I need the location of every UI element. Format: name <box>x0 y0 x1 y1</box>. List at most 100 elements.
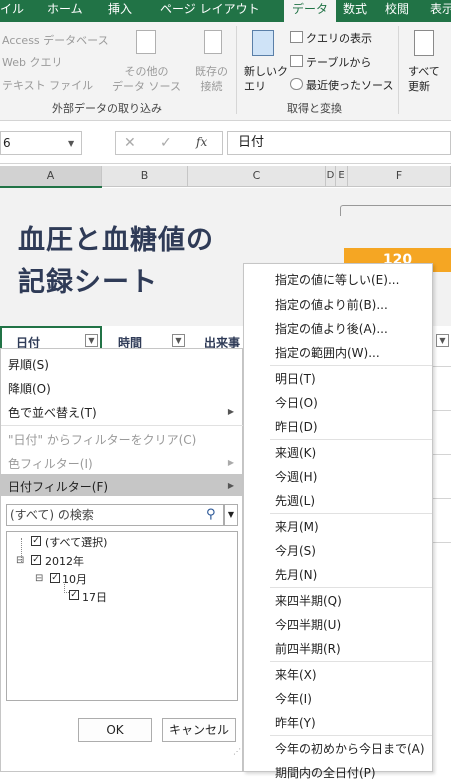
insert-function-icon[interactable]: fx <box>196 135 207 149</box>
yesterday-item[interactable]: 昨日(D) <box>275 418 318 435</box>
tab-formulas[interactable]: 数式 <box>343 0 367 22</box>
after-item[interactable]: 指定の値より後(A)... <box>275 320 388 337</box>
collapse-icon[interactable]: ⊟ <box>35 573 43 584</box>
sheet-title-line2: 記録シート <box>18 267 158 298</box>
new-query-icon <box>252 30 274 56</box>
name-box-dropdown-icon[interactable]: ▼ <box>68 139 74 148</box>
existing-connections-icon <box>204 30 222 54</box>
day-label: 17日 <box>82 591 107 604</box>
last-year-item[interactable]: 昨年(Y) <box>275 714 316 731</box>
year-to-date-item[interactable]: 今年の初めから今日まで(A) <box>275 740 425 757</box>
before-item[interactable]: 指定の値より前(B)... <box>275 296 388 313</box>
show-query-button[interactable]: クエリの表示 <box>306 30 372 46</box>
chart-frame <box>340 205 451 216</box>
filter-dropdown-icon[interactable]: ▼ <box>436 334 449 347</box>
tab-review[interactable]: 校閲 <box>385 0 409 22</box>
sort-ascending-item[interactable]: 昇順(S) <box>8 356 49 373</box>
ribbon-divider <box>398 26 399 114</box>
other-sources-button[interactable]: その他の データ ソース <box>112 64 181 94</box>
year-label: 2012年 <box>45 555 84 568</box>
tab-page-layout[interactable]: ページ レイアウト <box>160 0 260 22</box>
this-year-item[interactable]: 今年(I) <box>275 690 312 707</box>
menu-separator <box>270 735 432 736</box>
next-month-item[interactable]: 来月(M) <box>275 518 319 535</box>
ribbon-divider <box>236 26 237 114</box>
grid-line <box>433 454 451 455</box>
select-all-label: (すべて選択) <box>45 536 108 549</box>
grid-line <box>433 498 451 499</box>
menu-separator <box>270 513 432 514</box>
this-quarter-item[interactable]: 今四半期(U) <box>275 616 341 633</box>
column-header-d[interactable]: D <box>326 166 336 186</box>
column-headers: A B C D E F <box>0 166 451 187</box>
filter-search-input[interactable]: (すべて) の検索 <box>6 504 224 526</box>
date-filter-submenu: 指定の値に等しい(E)... 指定の値より前(B)... 指定の値より後(A).… <box>243 263 433 780</box>
tab-view[interactable]: 表示 <box>430 0 451 22</box>
ok-button[interactable]: OK <box>78 718 152 742</box>
search-icon: ⚲ <box>206 507 216 522</box>
from-table-button[interactable]: テーブルから <box>306 54 371 70</box>
sort-descending-item[interactable]: 降順(O) <box>8 380 51 397</box>
cancel-icon[interactable]: ✕ <box>124 135 136 151</box>
column-header-e[interactable]: E <box>336 166 348 186</box>
menu-separator <box>270 661 432 662</box>
last-quarter-item[interactable]: 前四半期(R) <box>275 640 341 657</box>
next-year-item[interactable]: 来年(X) <box>275 666 317 683</box>
column-header-f[interactable]: F <box>348 166 451 186</box>
select-all-checkbox[interactable]: ✓ <box>31 536 41 546</box>
date-filter-dropdown-icon[interactable]: ▼ <box>85 334 98 347</box>
formula-input[interactable]: 日付 <box>227 131 451 155</box>
cancel-button[interactable]: キャンセル <box>162 718 236 742</box>
get-transform-group-label: 取得と変換 <box>287 102 342 115</box>
ribbon-tab-bar: イル ホーム 挿入 ページ レイアウト データ 数式 校閲 表示 <box>0 0 451 22</box>
tomorrow-item[interactable]: 明日(T) <box>275 370 316 387</box>
recent-sources-button[interactable]: 最近使ったソース <box>306 77 393 93</box>
existing-connections-button[interactable]: 既存の 接続 <box>195 64 228 94</box>
this-week-item[interactable]: 今週(H) <box>275 468 317 485</box>
day-checkbox[interactable]: ✓ <box>69 590 79 600</box>
color-filter-item: 色フィルター(I) <box>8 457 93 471</box>
autofilter-menu: 昇順(S) 降順(O) 色で並べ替え(T) ▶ "日付" からフィルターをクリア… <box>0 348 244 772</box>
this-month-item[interactable]: 今月(S) <box>275 542 316 559</box>
formula-bar: 6 ▼ ✕ ✓ fx 日付 <box>0 125 451 164</box>
equals-item[interactable]: 指定の値に等しい(E)... <box>275 271 399 288</box>
menu-separator <box>270 439 432 440</box>
text-file-button[interactable]: テキスト ファイル <box>2 77 93 93</box>
new-query-button[interactable]: 新しいク エリ <box>244 64 288 94</box>
column-header-c[interactable]: C <box>188 166 326 186</box>
sheet-title-line1: 血圧と血糖値の <box>18 225 214 256</box>
tab-insert[interactable]: 挿入 <box>108 0 132 22</box>
enter-icon[interactable]: ✓ <box>160 135 172 151</box>
refresh-all-button[interactable]: すべて 更新 <box>408 64 440 94</box>
search-dropdown-icon[interactable]: ▼ <box>224 504 238 526</box>
recent-sources-icon <box>290 78 303 90</box>
access-db-button[interactable]: Access データベース <box>2 32 109 48</box>
tab-home[interactable]: ホーム <box>47 0 83 22</box>
all-dates-in-period-item[interactable]: 期間内の全日付(P) <box>275 764 376 781</box>
time-filter-dropdown-icon[interactable]: ▼ <box>172 334 185 347</box>
submenu-arrow-icon: ▶ <box>227 407 234 416</box>
last-week-item[interactable]: 先週(L) <box>275 492 315 509</box>
today-item[interactable]: 今日(O) <box>275 394 318 411</box>
date-filter-item[interactable]: 日付フィルター(F) <box>8 478 108 495</box>
tab-data[interactable]: データ <box>284 0 337 22</box>
month-checkbox[interactable]: ✓ <box>50 573 60 583</box>
collapse-icon[interactable]: ⊟ <box>16 555 24 566</box>
web-query-button[interactable]: Web クエリ <box>2 54 62 70</box>
filter-value-list: ✓ (すべて選択) ⊟ ✓ 2012年 ⊟ ✓ 10月 ✓ 17日 <box>6 531 238 701</box>
refresh-all-icon <box>414 30 434 56</box>
next-quarter-item[interactable]: 来四半期(Q) <box>275 592 342 609</box>
next-week-item[interactable]: 来週(K) <box>275 444 316 461</box>
other-sources-icon <box>136 30 156 54</box>
year-checkbox[interactable]: ✓ <box>31 555 41 565</box>
tab-file[interactable]: イル <box>0 0 24 22</box>
between-item[interactable]: 指定の範囲内(W)... <box>275 344 380 361</box>
column-header-a[interactable]: A <box>0 166 102 186</box>
last-month-item[interactable]: 先月(N) <box>275 566 317 583</box>
resize-grip-icon[interactable]: ⋰ <box>233 747 241 756</box>
show-query-icon <box>290 31 303 43</box>
column-header-b[interactable]: B <box>102 166 188 186</box>
submenu-arrow-icon: ▶ <box>227 458 234 467</box>
submenu-arrow-icon: ▶ <box>227 481 234 490</box>
sort-by-color-item[interactable]: 色で並べ替え(T) <box>8 404 97 421</box>
